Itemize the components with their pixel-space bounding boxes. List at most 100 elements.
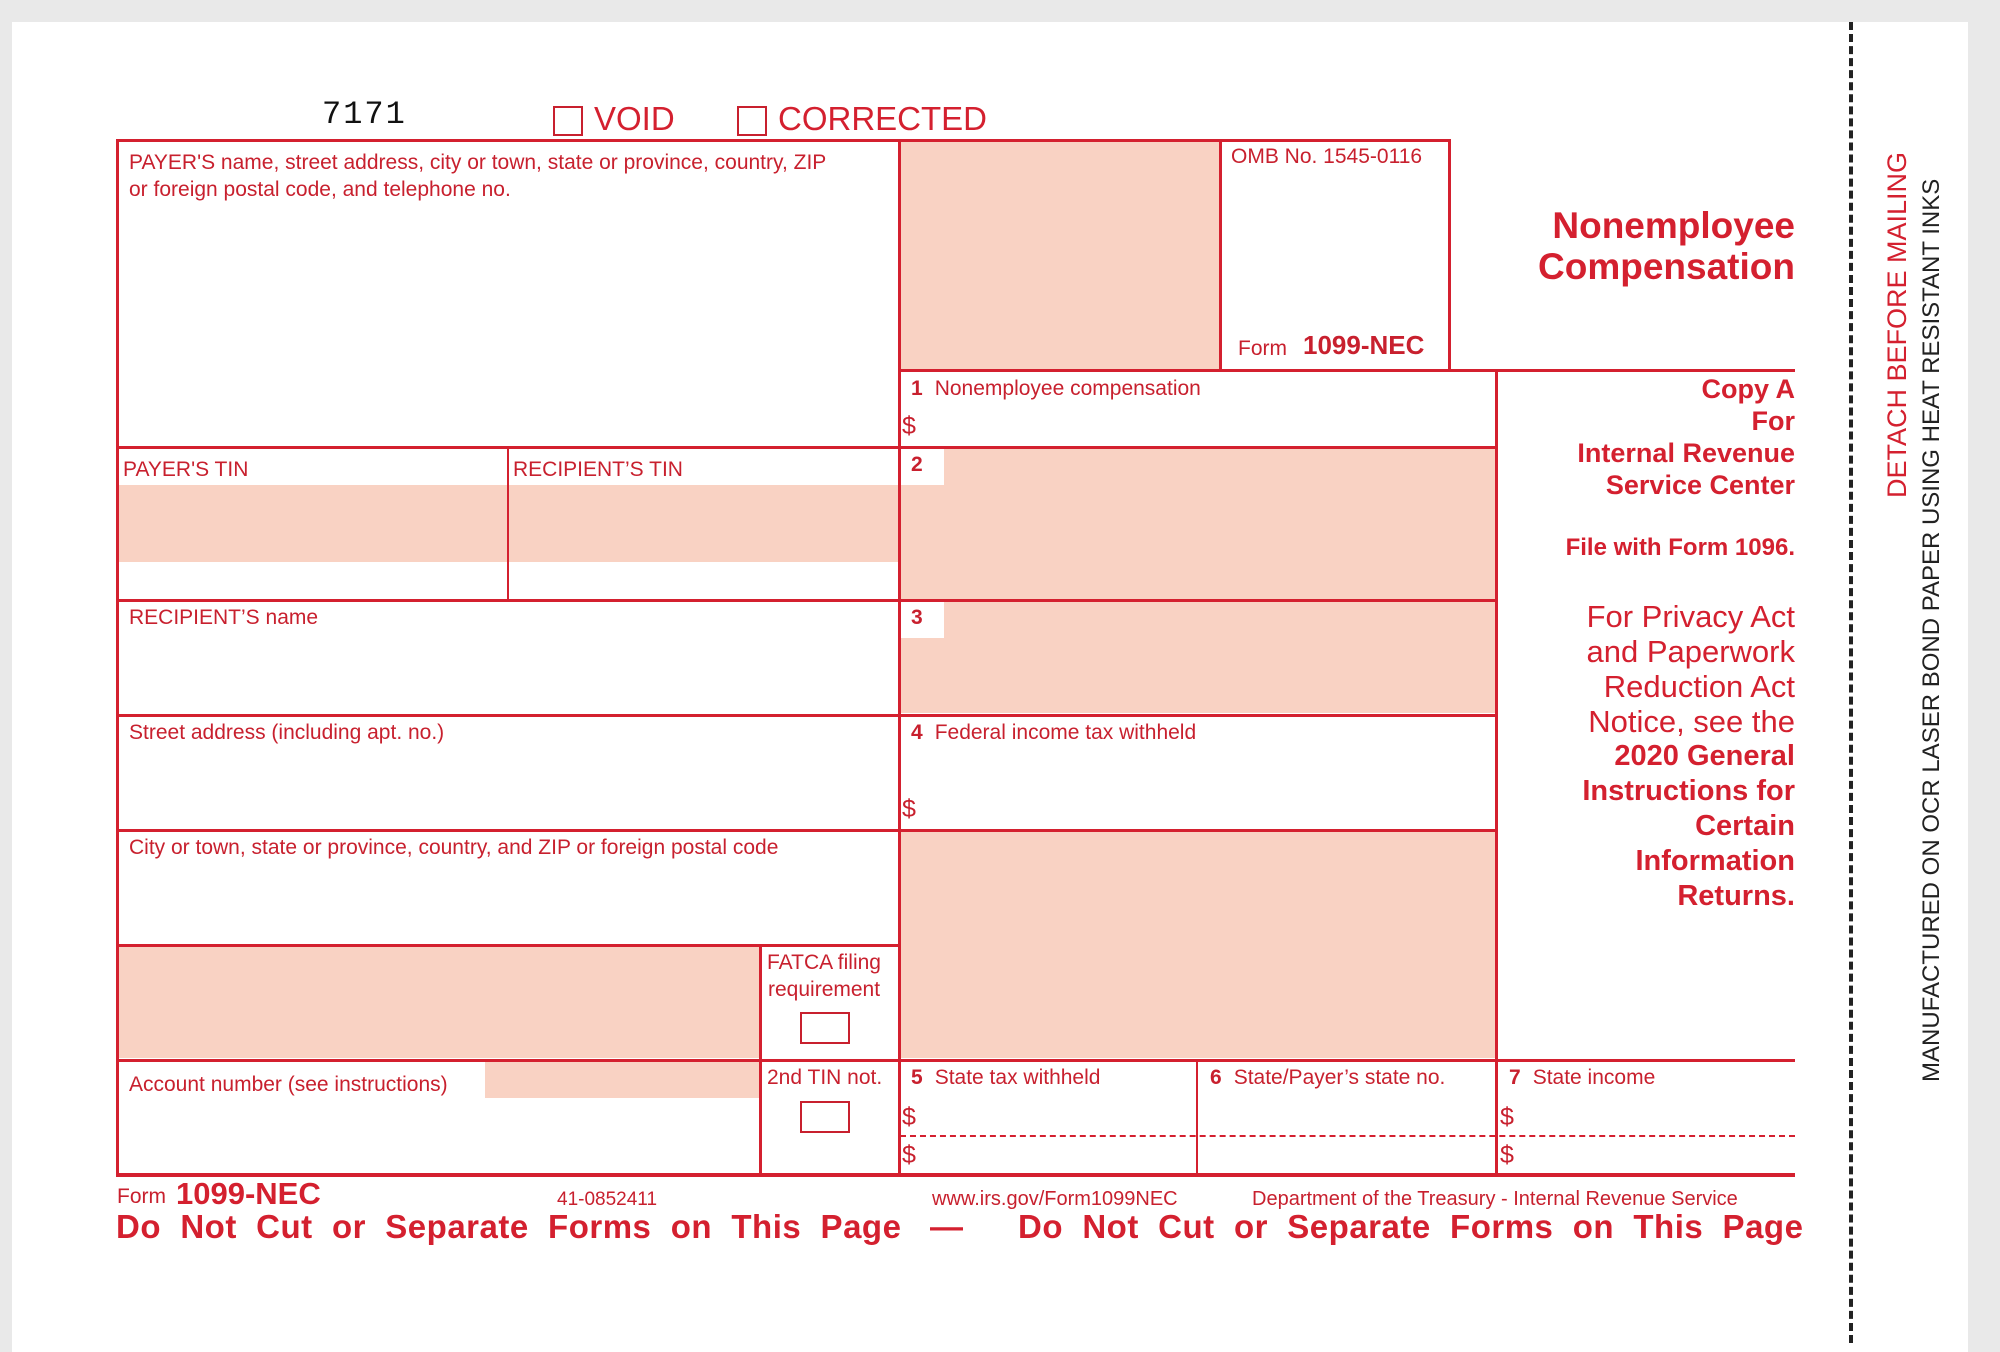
box4-text: Federal income tax withheld — [934, 721, 1197, 744]
box3-shade — [900, 602, 1495, 713]
title-line1: Nonemployee — [1552, 205, 1795, 246]
rule — [116, 944, 898, 947]
rule — [1219, 139, 1222, 370]
privacy-line: and Paperwork — [1586, 634, 1795, 669]
instructions-line: 2020 General — [1614, 740, 1795, 772]
recipient-tin-label: RECIPIENT’S TIN — [513, 458, 683, 481]
box5-number: 5 — [911, 1066, 923, 1089]
manufactured-text: MANUFACTURED ON OCR LASER BOND PAPER USI… — [1918, 178, 1945, 1082]
footer-warning-left: Do Not Cut or Separate Forms on This Pag… — [116, 1208, 902, 1245]
box6-input-2[interactable] — [1202, 1139, 1490, 1171]
account-number-label: Account number (see instructions) — [129, 1073, 448, 1096]
recipient-name-input[interactable] — [122, 635, 892, 710]
copy-info: Copy A For Internal Revenue Service Cent… — [1500, 373, 1795, 914]
box6-label: 6 State/Payer’s state no. — [1210, 1065, 1445, 1091]
footer-separator: — — [930, 1208, 963, 1245]
rule — [507, 446, 509, 599]
corrected-checkbox[interactable] — [737, 106, 767, 136]
recipient-name-label: RECIPIENT’S name — [129, 606, 319, 629]
box7-currency-1: $ — [1500, 1103, 1514, 1131]
box1-input[interactable] — [925, 410, 1485, 444]
payer-tin-input[interactable] — [119, 485, 505, 595]
rule — [898, 369, 1795, 372]
instructions-notice: 2020 General Instructions for Certain In… — [1500, 739, 1795, 914]
footer-form-name: 1099-NEC — [176, 1176, 321, 1211]
box2-shade — [900, 449, 1495, 599]
box7-number: 7 — [1509, 1066, 1521, 1089]
fatca-checkbox[interactable] — [800, 1012, 850, 1044]
rule — [1196, 1059, 1198, 1177]
state-dashed-rule — [900, 1135, 1795, 1137]
box1-currency: $ — [902, 412, 916, 440]
footer-form-word: Form — [117, 1185, 166, 1208]
rule — [116, 446, 1498, 449]
recipient-tin-input[interactable] — [511, 485, 896, 595]
payer-input[interactable] — [122, 210, 892, 365]
instructions-line: Returns. — [1677, 880, 1795, 912]
box7-input-1[interactable] — [1522, 1100, 1790, 1132]
rule — [116, 1059, 1795, 1062]
privacy-line: For Privacy Act — [1586, 599, 1795, 634]
payer-tin-label: PAYER'S TIN — [123, 458, 249, 481]
rule — [1448, 139, 1451, 370]
box6-input-1[interactable] — [1202, 1100, 1490, 1132]
box1-text: Nonemployee compensation — [934, 377, 1201, 400]
fatca-label-2: requirement — [768, 978, 881, 1001]
box5-input-2[interactable] — [925, 1139, 1190, 1171]
rule — [759, 944, 762, 1177]
title-line2: Compensation — [1538, 246, 1795, 287]
box4-number: 4 — [911, 721, 923, 744]
copy-label: Copy A — [1701, 374, 1796, 404]
fatca-label-1: FATCA filing — [767, 951, 881, 974]
street-address-label: Street address (including apt. no.) — [129, 721, 445, 744]
privacy-notice: For Privacy Act and Paperwork Reduction … — [1500, 599, 1795, 739]
instructions-line: Information — [1635, 845, 1796, 877]
privacy-line: Reduction Act — [1603, 669, 1795, 704]
second-tin-label: 2nd TIN not. — [767, 1066, 883, 1089]
form-code: 7171 — [322, 96, 407, 133]
box5-input-1[interactable] — [925, 1100, 1190, 1132]
box7-label: 7 State income — [1509, 1065, 1655, 1091]
rule — [116, 599, 1498, 602]
file-with: File with Form 1096. — [1565, 534, 1795, 561]
form-title: Nonemployee Compensation — [1460, 205, 1795, 287]
street-address-input[interactable] — [122, 750, 892, 825]
city-input[interactable] — [122, 865, 892, 940]
box4-label: 4 Federal income tax withheld — [911, 720, 1196, 746]
void-label: VOID — [594, 100, 675, 137]
rule — [898, 139, 901, 1177]
second-tin-checkbox[interactable] — [800, 1101, 850, 1133]
rule — [116, 1173, 1795, 1177]
detach-dashed-line — [1849, 22, 1853, 1343]
shaded-large-right — [900, 832, 1495, 1058]
box6-number: 6 — [1210, 1066, 1222, 1089]
box5-text: State tax withheld — [934, 1066, 1101, 1089]
rule — [116, 829, 1498, 832]
privacy-line: Notice, see the — [1588, 704, 1795, 739]
copy-agency-2: Service Center — [1605, 470, 1795, 500]
city-label: City or town, state or province, country… — [129, 836, 779, 859]
box1-number: 1 — [911, 377, 923, 400]
shaded-account-right — [485, 1062, 760, 1098]
copy-agency-1: Internal Revenue — [1577, 438, 1795, 468]
box3-number: 3 — [911, 606, 923, 629]
account-number-input[interactable] — [122, 1100, 752, 1170]
box2-number: 2 — [911, 453, 923, 476]
shaded-fatca-left — [119, 947, 760, 1058]
rule — [116, 139, 119, 1177]
footer-warning-right: Do Not Cut or Separate Forms on This Pag… — [1018, 1208, 1804, 1245]
rule — [116, 714, 1498, 717]
void-checkbox[interactable] — [553, 106, 583, 136]
box4-input[interactable] — [925, 790, 1485, 826]
detach-text: DETACH BEFORE MAILING — [1882, 151, 1912, 498]
box7-text: State income — [1532, 1066, 1656, 1089]
rule — [116, 139, 1450, 142]
omb-form-name: 1099-NEC — [1303, 330, 1425, 360]
box7-input-2[interactable] — [1522, 1139, 1790, 1171]
box4-currency: $ — [902, 795, 916, 823]
shaded-box-top — [900, 142, 1220, 370]
copy-for: For — [1751, 406, 1796, 436]
corrected-label: CORRECTED — [778, 100, 988, 137]
box5-label: 5 State tax withheld — [911, 1065, 1100, 1091]
payer-label-line1: PAYER'S name, street address, city or to… — [129, 151, 827, 174]
